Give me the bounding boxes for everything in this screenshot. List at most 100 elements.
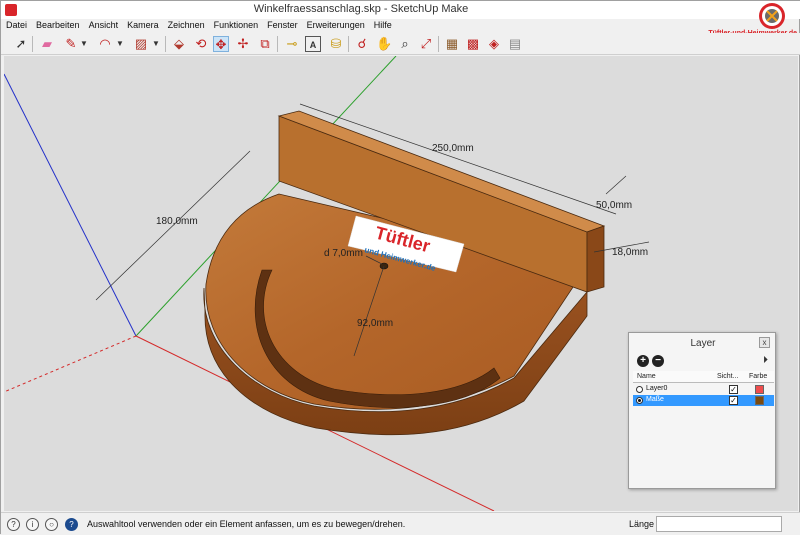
paint-bucket-icon: ⛁: [330, 36, 342, 51]
dim-depth-label: 180,0mm: [156, 216, 198, 227]
minus-icon: −: [655, 355, 661, 366]
details-arrow-icon: ⏵: [763, 355, 768, 366]
shapes-dropdown[interactable]: ▼: [151, 36, 161, 52]
measurement-input[interactable]: [656, 516, 782, 532]
extension-warehouse-button[interactable]: ▩: [465, 36, 481, 52]
zoom-tool-button[interactable]: ⌕: [397, 36, 413, 52]
toolbar-separator: [348, 36, 349, 52]
menu-hilfe[interactable]: Hilfe: [369, 19, 396, 30]
menu-ansicht[interactable]: Ansicht: [84, 19, 123, 30]
send-to-layout-button[interactable]: ▤: [507, 36, 523, 52]
pencil-dropdown[interactable]: ▼: [79, 36, 89, 52]
brand-emblem-icon: [759, 3, 785, 29]
geo-location-icon[interactable]: ?: [7, 518, 20, 531]
title-bar: Winkelfraessanschlag.skp - SketchUp Make: [1, 1, 800, 19]
arc-tool-button[interactable]: ◠: [97, 36, 113, 52]
application-window: Winkelfraessanschlag.skp - SketchUp Make…: [0, 0, 800, 535]
layer-color-swatch[interactable]: [755, 385, 764, 394]
pencil-icon: ✎: [65, 36, 77, 51]
chevron-down-icon: ▼: [116, 39, 124, 48]
paint-bucket-tool-button[interactable]: ⛁: [328, 36, 344, 52]
layer-panel-title: Layer: [690, 338, 716, 349]
eraser-icon: ▰: [42, 36, 52, 51]
dim-height-label: 50,0mm: [596, 200, 632, 211]
text-tool-button[interactable]: A: [305, 36, 321, 52]
move-tool-button[interactable]: ✥: [213, 36, 229, 52]
plus-icon: +: [640, 355, 646, 366]
layer-row-layer0[interactable]: Layer0 ✓: [633, 384, 774, 395]
user-icon[interactable]: ○: [45, 518, 58, 531]
help-icon[interactable]: ?: [65, 518, 78, 531]
layer-name: Layer0: [646, 385, 668, 392]
status-text: Auswahltool verwenden oder ein Element a…: [87, 519, 406, 529]
fence-end[interactable]: [586, 225, 605, 293]
dim-hole-label: d 7,0mm: [324, 248, 363, 259]
visible-checkbox[interactable]: ✓: [729, 385, 738, 394]
orbit-tool-button[interactable]: ☌: [354, 36, 370, 52]
menu-funktionen[interactable]: Funktionen: [209, 19, 263, 30]
pencil-tool-button[interactable]: ✎: [63, 36, 79, 52]
push-pull-icon: ⬙: [174, 36, 184, 51]
move-icon: ✥: [215, 37, 227, 52]
menu-bar: Datei Bearbeiten Ansicht Kamera Zeichnen Funk…: [1, 19, 721, 33]
select-tool-button[interactable]: ➚: [13, 36, 29, 52]
layer-color-swatch[interactable]: [755, 396, 764, 405]
zoom-extents-tool-button[interactable]: ⤢: [418, 36, 434, 52]
toolbar-separator: [32, 36, 33, 52]
pan-icon: ✋: [376, 36, 393, 51]
components-button[interactable]: ◈: [486, 36, 502, 52]
delete-layer-button[interactable]: −: [652, 355, 664, 367]
dim-line-height: [605, 175, 627, 195]
model-viewport[interactable]: Tüftler und Heimwerker.de 250,0mm 180,0m…: [4, 56, 798, 511]
visible-checkbox[interactable]: ✓: [729, 396, 738, 405]
extension-warehouse-icon: ▩: [466, 36, 480, 51]
tape-measure-tool-button[interactable]: ⊸: [284, 36, 300, 52]
menu-erweiterungen[interactable]: Erweiterungen: [302, 19, 369, 30]
rotate-tool-button[interactable]: ✢: [235, 36, 251, 52]
arc-dropdown[interactable]: ▼: [115, 36, 125, 52]
components-icon: ◈: [489, 36, 499, 51]
dim-thickness-label: 18,0mm: [612, 247, 648, 258]
menu-datei[interactable]: Datei: [1, 19, 31, 30]
menu-bearbeiten[interactable]: Bearbeiten: [31, 19, 84, 30]
dim-width-label: 250,0mm: [432, 143, 474, 154]
chevron-down-icon: ▼: [152, 39, 160, 48]
add-layer-button[interactable]: +: [637, 355, 649, 367]
pan-tool-button[interactable]: ✋: [376, 36, 392, 52]
menu-kamera[interactable]: Kamera: [122, 19, 163, 30]
menu-fenster[interactable]: Fenster: [262, 19, 302, 30]
zoom-icon: ⌕: [401, 36, 409, 51]
select-icon: ➚: [15, 36, 27, 51]
chevron-down-icon: ▼: [80, 39, 88, 48]
layer-panel: Layer x + − ⏵ Name Sicht... Farbe Layer0…: [628, 332, 776, 489]
active-layer-radio[interactable]: [636, 386, 643, 393]
orbit-icon: ☌: [357, 36, 367, 51]
layer-panel-close-button[interactable]: x: [759, 337, 770, 348]
eraser-tool-button[interactable]: ▰: [39, 36, 55, 52]
column-name[interactable]: Name: [637, 373, 656, 380]
menu-zeichnen[interactable]: Zeichnen: [163, 19, 209, 30]
rotate-icon: ✢: [237, 36, 249, 51]
push-pull-tool-button[interactable]: ⬙: [171, 36, 187, 52]
layer-name: Maße: [646, 396, 664, 403]
toolbar: ➚ ▰ ✎ ▼ ◠ ▼ ▨ ▼ ⬙ ⟲ ✥ ✢ ⧉ ⊸ A ⛁ ☌ ✋ ⌕ ⤢ …: [1, 33, 800, 55]
shapes-icon: ▨: [134, 36, 148, 51]
follow-me-tool-button[interactable]: ⟲: [193, 36, 209, 52]
credits-icon[interactable]: i: [26, 518, 39, 531]
shapes-tool-button[interactable]: ▨: [133, 36, 149, 52]
toolbar-separator: [165, 36, 166, 52]
column-visible[interactable]: Sicht...: [717, 373, 738, 380]
red-axis-negative: [4, 335, 137, 393]
text-icon: A: [309, 40, 317, 50]
layer-details-button[interactable]: ⏵: [763, 355, 768, 366]
follow-me-icon: ⟲: [195, 36, 207, 51]
close-icon: x: [762, 338, 767, 347]
warehouse-icon: ▦: [445, 36, 459, 51]
layer-row-masse[interactable]: Maße ✓: [633, 395, 774, 406]
active-layer-radio[interactable]: [636, 397, 643, 404]
warehouse-button[interactable]: ▦: [444, 36, 460, 52]
scale-tool-button[interactable]: ⧉: [257, 36, 273, 52]
column-color[interactable]: Farbe: [749, 373, 767, 380]
zoom-extents-icon: ⤢: [420, 36, 432, 51]
toolbar-separator: [438, 36, 439, 52]
